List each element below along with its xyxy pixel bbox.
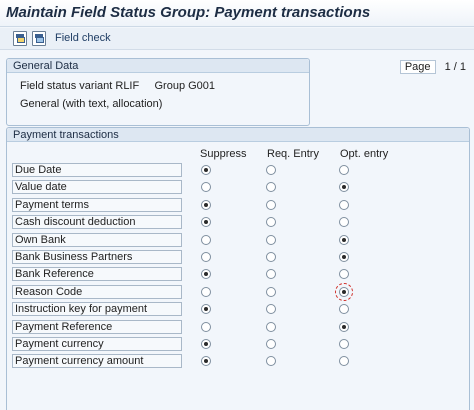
field-label: Bank Business Partners: [12, 250, 182, 264]
field-label: Bank Reference: [12, 267, 182, 281]
radio-opt-entry[interactable]: [335, 283, 353, 301]
column-header-opt-entry: Opt. entry: [340, 148, 389, 160]
radio-req-entry[interactable]: [266, 269, 276, 279]
group-description-text: General (with text, allocation): [20, 98, 163, 110]
radio-suppress[interactable]: [201, 217, 211, 227]
field-status-variant-text: Field status variant RLIF Group G001: [20, 80, 216, 92]
radio-suppress[interactable]: [201, 304, 211, 314]
radio-suppress[interactable]: [201, 200, 211, 210]
radio-req-entry[interactable]: [266, 304, 276, 314]
radio-opt-entry[interactable]: [339, 356, 349, 366]
radio-suppress[interactable]: [201, 252, 211, 262]
radio-opt-entry[interactable]: [339, 165, 349, 175]
field-label: Payment terms: [12, 198, 182, 212]
radio-opt-entry[interactable]: [339, 322, 349, 332]
toolbar: Field check: [0, 28, 474, 50]
radio-suppress[interactable]: [201, 182, 211, 192]
radio-opt-entry[interactable]: [339, 339, 349, 349]
pager: Page 1 / 1: [399, 60, 466, 74]
field-label: Value date: [12, 180, 182, 194]
radio-req-entry[interactable]: [266, 287, 276, 297]
field-label: Due Date: [12, 163, 182, 177]
copy-variant-icon[interactable]: [32, 31, 46, 46]
field-label: Payment currency amount: [12, 354, 182, 368]
field-label: Own Bank: [12, 233, 182, 247]
payment-transactions-header: Payment transactions: [7, 128, 469, 142]
field-check-button[interactable]: Field check: [55, 32, 111, 44]
page-value: 1 / 1: [444, 61, 466, 73]
radio-req-entry[interactable]: [266, 339, 276, 349]
radio-suppress[interactable]: [201, 287, 211, 297]
save-variant-icon[interactable]: [13, 31, 27, 46]
radio-suppress[interactable]: [201, 269, 211, 279]
radio-opt-entry[interactable]: [339, 217, 349, 227]
radio-suppress[interactable]: [201, 339, 211, 349]
field-label: Cash discount deduction: [12, 215, 182, 229]
radio-opt-entry[interactable]: [339, 200, 349, 210]
radio-req-entry[interactable]: [266, 356, 276, 366]
radio-req-entry[interactable]: [266, 217, 276, 227]
radio-req-entry[interactable]: [266, 182, 276, 192]
radio-req-entry[interactable]: [266, 200, 276, 210]
page-title: Maintain Field Status Group: Payment tra…: [6, 4, 371, 21]
column-header-req-entry: Req. Entry: [267, 148, 319, 160]
general-data-group: General Data Field status variant RLIF G…: [6, 58, 310, 126]
radio-req-entry[interactable]: [266, 235, 276, 245]
field-label: Payment currency: [12, 337, 182, 351]
field-label: Payment Reference: [12, 320, 182, 334]
column-header-suppress: Suppress: [200, 148, 247, 160]
radio-suppress[interactable]: [201, 235, 211, 245]
radio-opt-entry[interactable]: [339, 269, 349, 279]
radio-req-entry[interactable]: [266, 322, 276, 332]
title-bar: Maintain Field Status Group: Payment tra…: [0, 0, 474, 27]
radio-opt-entry[interactable]: [339, 182, 349, 192]
radio-suppress[interactable]: [201, 165, 211, 175]
radio-opt-entry[interactable]: [339, 235, 349, 245]
field-label: Reason Code: [12, 285, 182, 299]
general-data-header: General Data: [7, 59, 309, 73]
radio-opt-entry[interactable]: [339, 304, 349, 314]
radio-req-entry[interactable]: [266, 165, 276, 175]
radio-req-entry[interactable]: [266, 252, 276, 262]
radio-suppress[interactable]: [201, 322, 211, 332]
radio-opt-entry[interactable]: [339, 252, 349, 262]
page-label: Page: [399, 60, 436, 74]
radio-suppress[interactable]: [201, 356, 211, 366]
field-label: Instruction key for payment: [12, 302, 182, 316]
